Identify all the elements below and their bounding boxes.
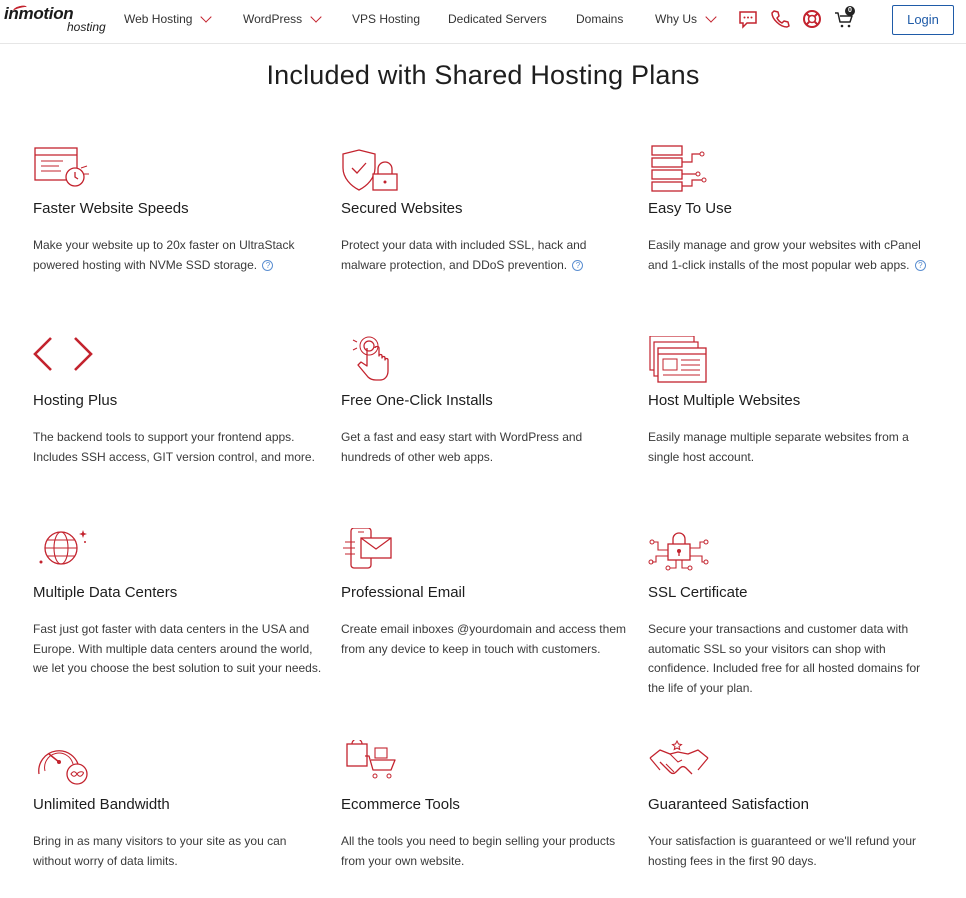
nav-item-wordpress[interactable]: WordPress <box>243 10 322 26</box>
feature-description-text: Make your website up to 20x faster on Ul… <box>33 238 295 272</box>
feature-description-text: Easily manage and grow your websites wit… <box>648 238 921 272</box>
feature-title: Multiple Data Centers <box>33 584 178 601</box>
touch-click-icon <box>352 336 389 381</box>
feature-title: Faster Website Speeds <box>33 200 189 217</box>
chevron-down-icon <box>705 10 717 23</box>
feature-description: Create email inboxes @yourdomain and acc… <box>341 622 626 656</box>
cart-count-badge: 0 <box>845 6 855 16</box>
logo-text-top: inmotion <box>4 4 74 23</box>
nav-item-label: VPS Hosting <box>352 12 421 26</box>
feature-title: Host Multiple Websites <box>648 392 801 409</box>
globe-icon <box>39 530 87 565</box>
nav-item-label: Why Us <box>655 12 697 26</box>
chat-icon[interactable] <box>737 8 759 30</box>
feature-description: Your satisfaction is guaranteed or we'll… <box>648 834 917 868</box>
feature-description: Protect your data with included SSL, hac… <box>341 236 633 275</box>
nav-item-domains[interactable]: Domains <box>576 12 623 26</box>
feature-description: Secure your transactions and customer da… <box>648 622 921 695</box>
email-phone-icon <box>343 528 392 569</box>
lifebuoy-icon[interactable] <box>801 8 823 30</box>
feature-description: All the tools you need to begin selling … <box>341 834 616 868</box>
shield-lock-icon <box>342 149 398 191</box>
feature-title: Secured Websites <box>341 200 463 217</box>
multi-window-icon <box>649 336 707 383</box>
server-network-icon <box>651 145 707 192</box>
inmotion-hosting-logo[interactable]: inmotion hosting <box>4 4 112 36</box>
login-button[interactable]: Login <box>892 5 954 35</box>
nav-item-label: WordPress <box>243 12 303 26</box>
chevron-down-icon <box>200 10 213 23</box>
code-brackets-icon <box>33 337 93 371</box>
nav-item-web-hosting[interactable]: Web Hosting <box>124 10 213 26</box>
feature-description: Fast just got faster with data centers i… <box>33 622 322 675</box>
feature-title: Hosting Plus <box>33 392 118 409</box>
feature-description: The backend tools to support your fronte… <box>33 430 315 464</box>
nav-item-vps-hosting[interactable]: VPS Hosting <box>352 12 420 26</box>
nav-item-dedicated-servers[interactable]: Dedicated Servers <box>448 12 547 26</box>
shopping-cart-icon <box>346 740 396 779</box>
feature-description: Make your website up to 20x faster on Ul… <box>33 236 325 275</box>
top-navigation: inmotion hosting Web Hosting WordPress V… <box>0 0 966 44</box>
feature-title: Unlimited Bandwidth <box>33 796 170 813</box>
logo-text-bottom: hosting <box>67 20 106 34</box>
nav-item-why-us[interactable]: Why Us <box>655 10 717 26</box>
handshake-icon <box>649 740 709 775</box>
nav-item-label: Domains <box>576 12 624 26</box>
feature-description: Easily manage multiple separate websites… <box>648 430 909 464</box>
phone-icon[interactable] <box>769 8 791 30</box>
feature-description: Get a fast and easy start with WordPress… <box>341 430 583 464</box>
chevron-down-icon <box>310 10 322 23</box>
feature-title: Guaranteed Satisfaction <box>648 796 809 813</box>
speed-clock-icon <box>34 147 89 187</box>
help-icon[interactable]: ? <box>572 259 584 271</box>
feature-title: SSL Certificate <box>648 584 748 601</box>
feature-description: Easily manage and grow your websites wit… <box>648 236 940 275</box>
page-title: Included with Shared Hosting Plans <box>266 60 700 90</box>
feature-title: Professional Email <box>341 584 466 601</box>
feature-description-text: Protect your data with included SSL, hac… <box>341 238 587 272</box>
ssl-lock-icon <box>648 532 709 571</box>
help-icon[interactable]: ? <box>914 259 926 271</box>
help-icon[interactable]: ? <box>262 259 274 271</box>
feature-title: Ecommerce Tools <box>341 796 460 813</box>
feature-description: Bring in as many visitors to your site a… <box>33 834 287 868</box>
feature-title: Easy To Use <box>648 200 732 217</box>
nav-item-label: Web Hosting <box>124 12 193 26</box>
nav-item-label: Dedicated Servers <box>448 12 547 26</box>
gauge-infinity-icon <box>38 750 88 785</box>
feature-title: Free One-Click Installs <box>341 392 493 409</box>
